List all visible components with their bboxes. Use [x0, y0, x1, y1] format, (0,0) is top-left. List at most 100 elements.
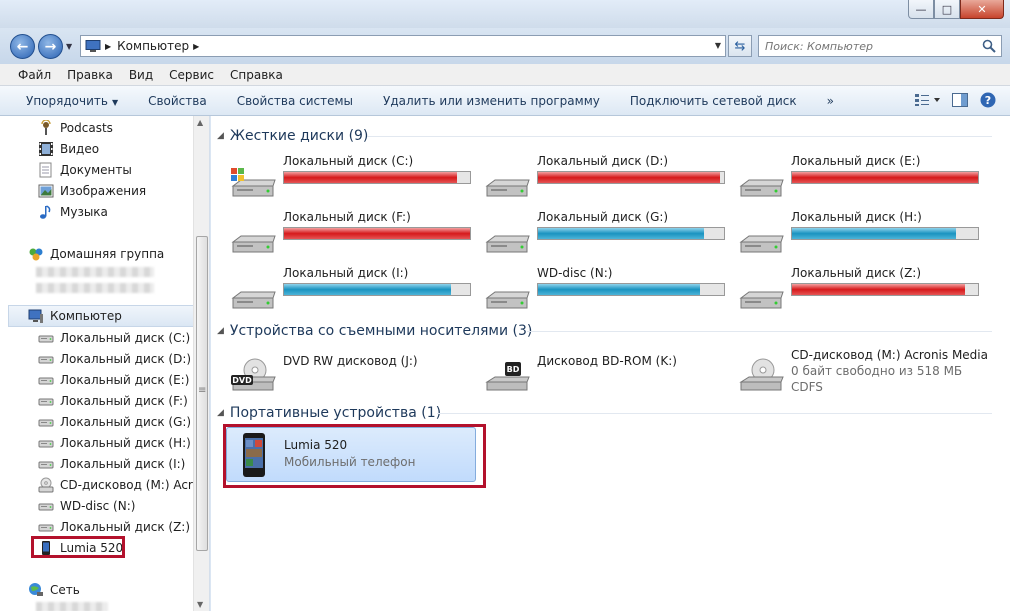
drive-usage-fill	[284, 172, 457, 183]
sidebar-item-label: CD-дисковод (M:) Acron	[60, 478, 208, 492]
sidebar-item-drive-h[interactable]: Локальный диск (H:)	[38, 433, 191, 453]
help-button[interactable]: ?	[980, 92, 996, 111]
drive-tile[interactable]: Локальный диск (G:)	[483, 210, 733, 260]
group-header-hard-disks[interactable]: ◢ Жесткие диски (9)	[217, 126, 368, 146]
view-options-icon	[915, 94, 940, 106]
breadcrumb-computer[interactable]: Компьютер	[117, 39, 189, 53]
menu-bar: Файл Правка Вид Сервис Справка	[0, 64, 1010, 86]
sidebar-item-label: Локальный диск (G:)	[60, 415, 192, 429]
sidebar-item-network[interactable]: Сеть	[28, 580, 80, 600]
sidebar-item-music[interactable]: Музыка	[38, 202, 108, 222]
drive-tile[interactable]: Локальный диск (Z:)	[737, 266, 987, 316]
sidebar-item-video[interactable]: Видео	[38, 139, 99, 159]
group-divider	[367, 136, 992, 137]
music-icon	[38, 204, 54, 220]
drive-tile[interactable]: Локальный диск (C:)	[229, 154, 479, 204]
change-view-button[interactable]	[914, 93, 940, 110]
sidebar-item-computer[interactable]: Компьютер	[28, 306, 122, 326]
sidebar-item-drive-n[interactable]: WD-disc (N:)	[38, 496, 135, 516]
sidebar-item-label: Локальный диск (I:)	[60, 457, 186, 471]
scrollbar-thumb[interactable]	[196, 236, 208, 551]
maximize-button[interactable]: □	[934, 0, 960, 19]
collapse-triangle-icon[interactable]: ◢	[217, 326, 224, 336]
group-header-removable[interactable]: ◢ Устройства со съемными носителями (3)	[217, 321, 532, 341]
drive-tile-cd[interactable]: CD-дисковод (M:) Acronis Media 0 байт св…	[737, 348, 988, 398]
sidebar-item-drive-i[interactable]: Локальный диск (I:)	[38, 454, 185, 474]
sidebar-item-drive-d[interactable]: Локальный диск (D:)	[38, 349, 191, 369]
computer-icon	[85, 40, 101, 52]
collapse-triangle-icon[interactable]: ◢	[217, 408, 224, 418]
back-button[interactable]: ←	[10, 34, 35, 59]
hard-drive-icon	[38, 435, 54, 451]
drive-name: Локальный диск (C:)	[283, 154, 414, 168]
bd-logo-label: BD	[507, 365, 520, 374]
drive-tile-bd[interactable]: BD Дисковод BD-ROM (K:)	[483, 348, 733, 398]
sidebar-item-drive-c[interactable]: Локальный диск (C:)	[38, 328, 190, 348]
recent-pages-dropdown[interactable]: ▼	[66, 42, 72, 51]
sidebar-item-drive-m[interactable]: CD-дисковод (M:) Acron	[38, 475, 208, 495]
menu-tools[interactable]: Сервис	[169, 68, 214, 82]
sidebar-item-drive-g[interactable]: Локальный диск (G:)	[38, 412, 191, 432]
sidebar-item-label: Локальный диск (E:)	[60, 373, 190, 387]
address-dropdown-icon[interactable]: ▼	[715, 41, 721, 50]
menu-help[interactable]: Справка	[230, 68, 283, 82]
sidebar-item-pictures[interactable]: Изображения	[38, 181, 146, 201]
group-divider	[437, 413, 992, 414]
menu-view[interactable]: Вид	[129, 68, 153, 82]
drive-name: Локальный диск (E:)	[791, 154, 921, 168]
refresh-button[interactable]: ⇆	[728, 35, 752, 57]
search-input[interactable]	[759, 36, 969, 56]
sidebar-item-podcasts[interactable]: Podcasts	[38, 118, 113, 138]
scroll-up-icon[interactable]: ▲	[197, 118, 203, 127]
hard-drive-icon	[38, 519, 54, 535]
refresh-icon: ⇆	[734, 38, 746, 54]
sidebar-item-label: Локальный диск (C:)	[60, 331, 191, 345]
address-bar[interactable]: ▶ Компьютер ▶ ▼	[80, 35, 726, 57]
sidebar-scrollbar[interactable]: ▲ ▼	[193, 116, 209, 611]
sidebar-item-drive-z[interactable]: Локальный диск (Z:)	[38, 517, 190, 537]
drive-tile[interactable]: Локальный диск (I:)	[229, 266, 479, 316]
minimize-button[interactable]: —	[908, 0, 934, 19]
search-icon[interactable]	[982, 39, 996, 53]
system-properties-button[interactable]: Свойства системы	[237, 94, 353, 108]
map-network-drive-button[interactable]: Подключить сетевой диск	[630, 94, 797, 108]
drive-tile[interactable]: Локальный диск (F:)	[229, 210, 479, 260]
menu-file[interactable]: Файл	[18, 68, 51, 82]
sidebar-item-drive-f[interactable]: Локальный диск (F:)	[38, 391, 188, 411]
sidebar-item-drive-e[interactable]: Локальный диск (E:)	[38, 370, 189, 390]
uninstall-program-button[interactable]: Удалить или изменить программу	[383, 94, 600, 108]
hard-drive-icon	[38, 456, 54, 472]
drive-tile[interactable]: Локальный диск (D:)	[483, 154, 733, 204]
menu-edit[interactable]: Правка	[67, 68, 113, 82]
sidebar-item-documents[interactable]: Документы	[38, 160, 132, 180]
drive-usage-bar	[791, 283, 979, 296]
title-bar: — □ ✕	[0, 0, 1010, 28]
properties-button[interactable]: Свойства	[148, 94, 207, 108]
drive-tile-dvd[interactable]: DVD DVD RW дисковод (J:)	[229, 348, 479, 398]
drive-name: DVD RW дисковод (J:)	[283, 354, 418, 368]
group-title: Жесткие диски (9)	[229, 128, 369, 144]
search-box[interactable]	[758, 35, 1002, 57]
collapse-triangle-icon[interactable]: ◢	[217, 131, 224, 141]
homegroup-user-blurred	[36, 267, 154, 277]
forward-button[interactable]: →	[38, 34, 63, 59]
scroll-down-icon[interactable]: ▼	[197, 600, 203, 609]
drive-tile[interactable]: Локальный диск (H:)	[737, 210, 987, 260]
drive-name: WD-disc (N:)	[537, 266, 613, 280]
close-button[interactable]: ✕	[960, 0, 1004, 19]
drive-usage-fill	[538, 284, 700, 295]
sidebar-item-label: Сеть	[50, 583, 80, 597]
group-header-portable[interactable]: ◢ Портативные устройства (1)	[217, 403, 441, 423]
sidebar-item-label: Локальный диск (H:)	[60, 436, 191, 450]
breadcrumb-arrow-icon[interactable]: ▶	[193, 42, 199, 51]
preview-pane-button[interactable]	[952, 93, 968, 110]
drive-tile[interactable]: Локальный диск (E:)	[737, 154, 987, 204]
more-commands-button[interactable]: »	[827, 94, 834, 108]
sidebar-item-label: Локальный диск (D:)	[60, 352, 192, 366]
breadcrumb-arrow-icon[interactable]: ▶	[105, 42, 111, 51]
organize-button[interactable]: Упорядочить ▼	[26, 94, 118, 108]
drive-tile[interactable]: WD-disc (N:)	[483, 266, 733, 316]
drive-usage-bar	[537, 227, 725, 240]
sidebar-item-homegroup[interactable]: Домашняя группа	[28, 244, 164, 264]
hard-drive-icon	[739, 291, 784, 309]
